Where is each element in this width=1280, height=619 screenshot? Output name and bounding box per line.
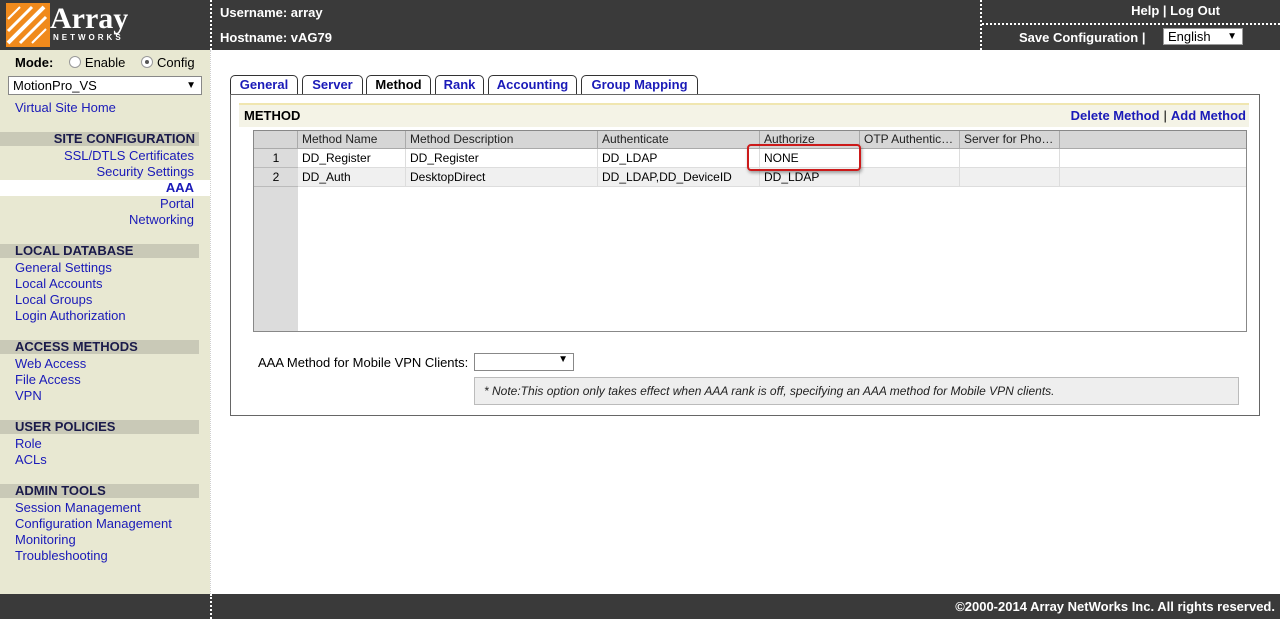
header-divider-right [980,0,982,50]
mode-config-radio[interactable] [141,56,154,68]
tab-accounting[interactable]: Accounting [488,75,577,94]
site-configuration-heading: SITE CONFIGURATION [0,132,199,146]
sidebar-item-login-authorization[interactable]: Login Authorization [15,308,126,323]
sidebar-item-portal[interactable]: Portal [160,196,194,211]
method-panel: METHOD Delete Method | Add Method Method N… [230,94,1260,416]
top-header: Array NETWORKS Username: array Hostname:… [0,0,1280,50]
tab-method[interactable]: Method [366,75,431,95]
user-policies-heading: USER POLICIES [0,420,199,434]
mobile-vpn-note: * Note:This option only takes effect whe… [474,377,1239,405]
admin-tools-heading: ADMIN TOOLS [0,484,199,498]
row-number: 1 [254,149,298,168]
mode-selector: Mode: Enable Config [15,55,195,70]
hostname-label: Hostname: vAG79 [220,30,332,45]
action-separator: | [1163,108,1167,123]
chevron-down-icon: ▼ [186,80,196,91]
logo-subtext: NETWORKS [53,33,124,42]
cell-authenticate: DD_LDAP,DD_DeviceID [598,168,760,187]
language-select[interactable]: English ▼ [1163,28,1243,45]
link-separator: | [1141,30,1146,45]
panel-actions: Delete Method | Add Method [1071,108,1246,123]
cell-server-for-phone [960,149,1060,168]
sidebar: Mode: Enable Config MotionPro_VS ▼ Virtu… [0,50,210,594]
table-header-corner [254,131,298,149]
sidebar-item-acls[interactable]: ACLs [15,452,47,467]
sidebar-item-file-access[interactable]: File Access [15,372,81,387]
sidebar-item-general-settings[interactable]: General Settings [15,260,112,275]
header-links: Help | Log Out [1131,3,1220,18]
tab-group-mapping[interactable]: Group Mapping [581,75,698,94]
mode-enable-label: Enable [84,55,126,70]
sidebar-item-configuration-management[interactable]: Configuration Management [15,516,172,531]
copyright-text: ©2000-2014 Array NetWorks Inc. All right… [955,599,1275,614]
sidebar-item-aaa[interactable]: AAA [166,180,194,195]
chevron-down-icon: ▼ [558,354,568,365]
header-divider [210,0,212,50]
sidebar-item-monitoring[interactable]: Monitoring [15,532,76,547]
cell-authenticate: DD_LDAP [598,149,760,168]
username-label: Username: array [220,5,323,20]
array-networks-logo: Array NETWORKS [0,0,210,50]
cell-method-description: DesktopDirect [406,168,598,187]
delete-method-link[interactable]: Delete Method [1071,108,1160,123]
authorize-none-highlight [747,144,861,171]
mobile-vpn-method-select[interactable]: ▼ [474,353,574,371]
sidebar-item-security-settings[interactable]: Security Settings [96,164,194,179]
column-header-authenticate[interactable]: Authenticate [598,131,760,149]
footer: ©2000-2014 Array NetWorks Inc. All right… [0,594,1280,619]
local-database-heading: LOCAL DATABASE [0,244,199,258]
footer-divider [210,594,212,619]
chevron-down-icon: ▼ [1227,31,1237,42]
cell-method-description: DD_Register [406,149,598,168]
tab-general[interactable]: General [230,75,298,94]
column-header-filler [1060,131,1246,149]
cell-method-name: DD_Register [298,149,406,168]
logo-mark-icon [6,3,50,47]
sidebar-item-web-access[interactable]: Web Access [15,356,86,371]
row-number: 2 [254,168,298,187]
cell-otp-authentication [860,168,960,187]
mode-enable-radio[interactable] [68,56,81,68]
panel-header: METHOD Delete Method | Add Method [239,103,1249,127]
sidebar-item-role[interactable]: Role [15,436,42,451]
sidebar-item-local-accounts[interactable]: Local Accounts [15,276,102,291]
tab-server[interactable]: Server [302,75,363,94]
cell-server-for-phone [960,168,1060,187]
help-link[interactable]: Help [1131,3,1159,18]
sidebar-item-vpn[interactable]: VPN [15,388,42,403]
tab-rank[interactable]: Rank [435,75,484,94]
sidebar-item-session-management[interactable]: Session Management [15,500,141,515]
virtual-site-home-link[interactable]: Virtual Site Home [15,100,116,115]
sidebar-divider [210,50,211,594]
cell-method-name: DD_Auth [298,168,406,187]
logo-word: Array [50,2,129,35]
add-method-link[interactable]: Add Method [1171,108,1246,123]
column-header-method-name[interactable]: Method Name [298,131,406,149]
save-configuration-link[interactable]: Save Configuration | [1019,30,1145,45]
logout-link[interactable]: Log Out [1170,3,1220,18]
column-header-method-description[interactable]: Method Description [406,131,598,149]
virtual-site-value: MotionPro_VS [13,78,97,93]
access-methods-heading: ACCESS METHODS [0,340,199,354]
sidebar-item-local-groups[interactable]: Local Groups [15,292,92,307]
column-header-server-for-phone[interactable]: Server for Pho… [960,131,1060,149]
cell-otp-authentication [860,149,960,168]
sidebar-item-networking[interactable]: Networking [129,212,194,227]
sidebar-item-ssl-dtls-certificates[interactable]: SSL/DTLS Certificates [64,148,194,163]
mobile-vpn-method-label: AAA Method for Mobile VPN Clients: [258,355,469,370]
column-header-otp-authentication[interactable]: OTP Authentic… [860,131,960,149]
mode-config-label: Config [157,55,195,70]
save-configuration-label: Save Configuration [1019,30,1139,45]
panel-title: METHOD [244,108,301,123]
language-value: English [1168,29,1211,44]
header-divider-horizontal [982,23,1280,25]
mode-label: Mode: [15,55,54,70]
sidebar-item-troubleshooting[interactable]: Troubleshooting [15,548,108,563]
link-separator: | [1162,3,1167,18]
virtual-site-select[interactable]: MotionPro_VS ▼ [8,76,202,95]
